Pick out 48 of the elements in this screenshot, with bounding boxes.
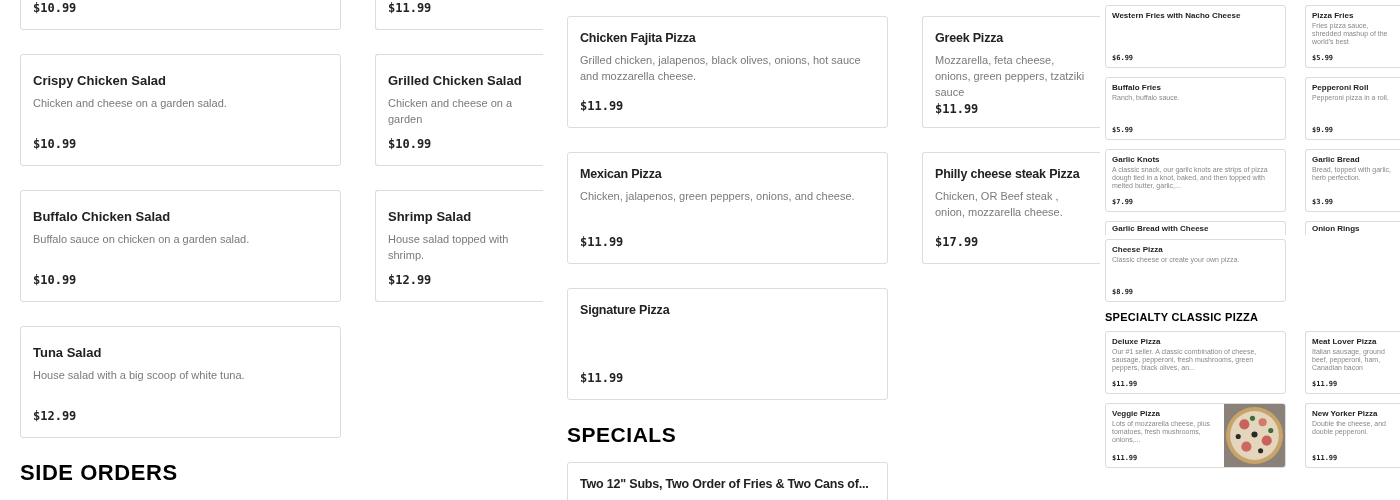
section-heading: SIDE ORDERS <box>20 462 179 484</box>
item-description: Mozzarella, feta cheese, onions, green peppers, tzatziki sauce <box>935 52 1086 100</box>
item-description: House salad topped with shrimp. <box>388 231 510 263</box>
item-name: Crispy Chicken Salad <box>33 72 167 90</box>
item-name: Philly cheese steak Pizza <box>935 166 1081 183</box>
section-heading: SPECIALS <box>567 424 678 446</box>
item-name: Deluxe Pizza <box>1112 337 1162 347</box>
item-name: Greek Pizza <box>935 30 1005 47</box>
item-price: $10.99 <box>33 136 78 153</box>
item-description: Grilled chicken, jalapenos, black olives, onions, hot sauce and mozzarella cheese. <box>580 52 862 84</box>
item-name: Onion Rings <box>1312 224 1361 234</box>
item-name: Garlic Knots <box>1112 155 1161 165</box>
item-name: Buffalo Fries <box>1112 83 1162 93</box>
item-price: $10.99 <box>388 136 433 153</box>
item-name: Cheese Pizza <box>1112 245 1164 255</box>
item-description: Chicken, jalapenos, green peppers, onions, and cheese. <box>580 188 856 204</box>
item-price: $11.99 <box>580 98 625 115</box>
item-name: Meat Lover Pizza <box>1312 337 1378 347</box>
item-name: Shrimp Salad <box>388 208 473 226</box>
item-description: House salad with a big scoop of white tuna. <box>33 367 246 383</box>
item-name: Signature Pizza <box>580 302 671 319</box>
item-price: $10.99 <box>33 0 78 17</box>
item-price: $11.99 <box>580 370 625 387</box>
item-name: Grilled Chicken Salad <box>388 72 523 90</box>
item-name: Garlic Bread <box>1312 155 1361 165</box>
item-description: Chicken, OR Beef steak , onion, mozzarella cheese. <box>935 188 1064 220</box>
item-price: $12.99 <box>33 408 78 425</box>
item-name: Veggie Pizza <box>1112 409 1162 419</box>
item-price: $11.99 <box>580 234 625 251</box>
item-price: $11.99 <box>935 100 980 118</box>
item-name: Two 12" Subs, Two Order of Fries & Two Cans of... <box>580 476 870 493</box>
item-price: $10.99 <box>33 272 78 289</box>
item-description: Chicken and cheese on a garden <box>388 95 514 127</box>
item-name: Buffalo Chicken Salad <box>33 208 172 226</box>
item-name: Chicken Fajita Pizza <box>580 30 697 47</box>
item-name: Western Fries with Nacho Cheese <box>1112 11 1242 21</box>
item-price: $11.99 <box>388 0 433 17</box>
item-description: Chicken and cheese on a garden salad. <box>33 95 228 111</box>
item-name: Pizza Fries <box>1312 11 1355 21</box>
item-name: Garlic Bread with Cheese <box>1112 224 1210 234</box>
section-heading: SPECIALTY CLASSIC PIZZA <box>1105 311 1260 323</box>
item-name: Pepperoni Roll <box>1312 83 1370 93</box>
item-price: $17.99 <box>935 234 980 251</box>
item-name: Mexican Pizza <box>580 166 663 183</box>
item-description: Buffalo sauce on chicken on a garden salad. <box>33 231 251 247</box>
item-price: $12.99 <box>388 272 433 289</box>
item-name: New Yorker Pizza <box>1312 409 1379 419</box>
item-name: Tuna Salad <box>33 344 103 362</box>
